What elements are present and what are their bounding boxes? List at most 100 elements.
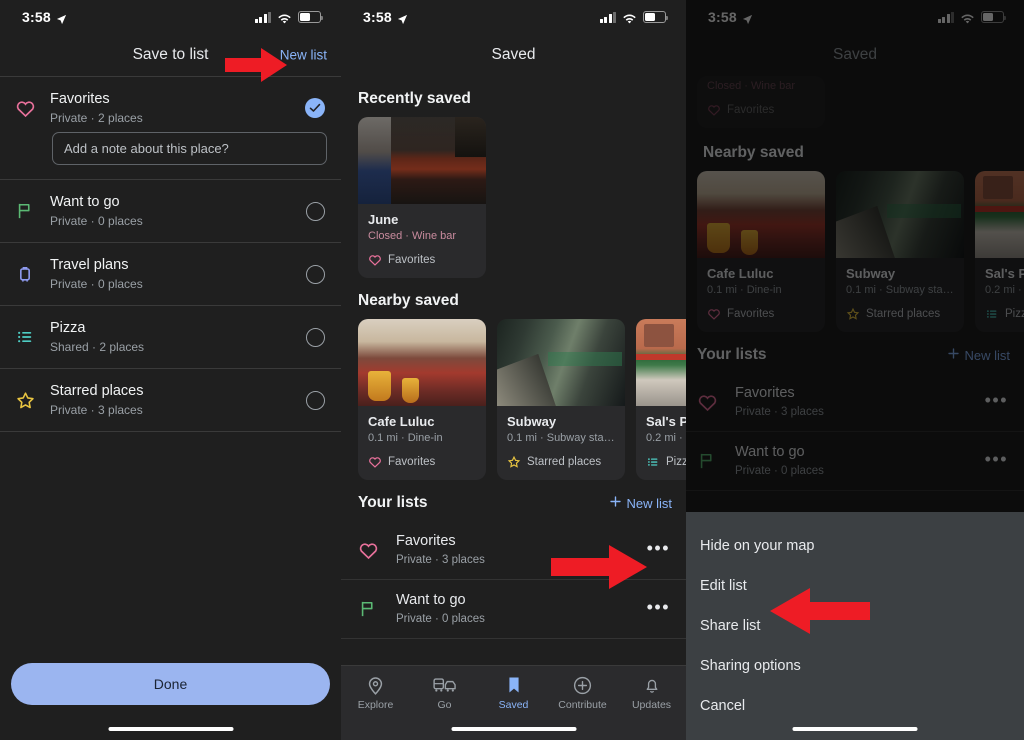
- place-card-cafe-luluc[interactable]: Cafe Luluc 0.1 mi · Dine-in Favorites: [358, 319, 486, 480]
- your-list-row-favorites[interactable]: Favorites Private · 3 places •••: [686, 373, 1024, 432]
- place-list-tag: Starred places: [507, 455, 615, 469]
- section-heading-your-lists: Your lists: [358, 494, 427, 512]
- tab-label: Updates: [632, 699, 671, 711]
- tab-label: Contribute: [558, 699, 606, 711]
- your-list-row-want-to-go[interactable]: Want to go Private · 0 places •••: [686, 432, 1024, 491]
- battery-icon: [643, 11, 666, 23]
- home-indicator: [451, 727, 576, 732]
- menu-item-cancel[interactable]: Cancel: [686, 686, 1024, 726]
- tab-saved[interactable]: Saved: [479, 674, 548, 711]
- radio-button[interactable]: [306, 265, 325, 284]
- wifi-icon: [622, 12, 637, 23]
- page-title: Saved: [492, 46, 536, 64]
- list-row-starred-places[interactable]: Starred places Private · 3 places: [0, 369, 341, 432]
- place-name: June: [368, 212, 476, 228]
- tag-label: Starred places: [866, 308, 940, 320]
- note-input[interactable]: [52, 132, 327, 165]
- place-card-sals-pizza[interactable]: Sal's Pi 0.2 mi · D Pizza: [975, 171, 1024, 332]
- list-row-pizza[interactable]: Pizza Shared · 2 places: [0, 306, 341, 369]
- battery-icon: [981, 11, 1004, 23]
- list-icon: [985, 307, 999, 321]
- list-name: Favorites: [50, 90, 291, 108]
- place-card-cafe-luluc[interactable]: Cafe Luluc 0.1 mi · Dine-in Favorites: [697, 171, 825, 332]
- cellular-signal-icon: [600, 12, 617, 23]
- new-list-button[interactable]: New list: [947, 347, 1010, 363]
- place-list-tag: Favorites: [368, 455, 476, 469]
- overflow-menu-icon[interactable]: •••: [647, 602, 670, 616]
- panel-list-action-sheet: 3:58 Saved Closed · Wine bar: [686, 0, 1024, 740]
- status-bar: 3:58: [0, 0, 341, 34]
- map-pin-icon: [365, 674, 386, 696]
- place-name: Sal's Pi: [985, 266, 1024, 282]
- list-meta: Private · 0 places: [50, 276, 292, 292]
- screenshot-root: 3:58 Save to list New list: [0, 0, 1024, 740]
- place-name: Cafe Luluc: [368, 414, 476, 430]
- tag-label: Favorites: [388, 254, 435, 266]
- tab-label: Saved: [499, 699, 529, 711]
- list-icon: [646, 455, 660, 469]
- list-meta: Private · 3 places: [50, 402, 292, 418]
- page-title: Saved: [833, 46, 877, 64]
- tag-label: Favorites: [388, 456, 435, 468]
- place-card-sals-pizza[interactable]: Sal's Pi 0.2 mi · D Pizza: [636, 319, 686, 480]
- done-button[interactable]: Done: [11, 663, 330, 705]
- place-name: Subway: [846, 266, 954, 282]
- place-meta: 0.1 mi · Dine-in: [707, 283, 815, 298]
- list-row-travel-plans[interactable]: Travel plans Private · 0 places: [0, 243, 341, 306]
- overflow-menu-icon[interactable]: •••: [985, 395, 1008, 409]
- tab-go[interactable]: Go: [410, 674, 479, 711]
- radio-button[interactable]: [306, 202, 325, 221]
- favorites-list-block: Favorites Private · 2 places: [0, 76, 341, 180]
- place-list-tag: Favorites: [707, 103, 815, 117]
- location-arrow-icon: [56, 12, 67, 23]
- plus-icon: [947, 347, 960, 363]
- overflow-menu-icon[interactable]: •••: [647, 543, 670, 557]
- star-icon: [14, 389, 36, 411]
- radio-button[interactable]: [306, 391, 325, 410]
- radio-button[interactable]: [306, 328, 325, 347]
- overflow-menu-icon[interactable]: •••: [985, 454, 1008, 468]
- place-photo: [358, 319, 486, 406]
- tab-label: Go: [437, 699, 451, 711]
- menu-item-hide-on-your-map[interactable]: Hide on your map: [686, 528, 1024, 566]
- tab-updates[interactable]: Updates: [617, 674, 686, 711]
- place-meta: Closed · Wine bar: [368, 229, 476, 244]
- place-card-june[interactable]: June Closed · Wine bar Favorites: [358, 117, 486, 278]
- list-icon: [14, 326, 36, 348]
- flag-icon: [697, 451, 719, 471]
- list-meta: Shared · 2 places: [50, 339, 292, 355]
- list-row-want-to-go[interactable]: Want to go Private · 0 places: [0, 180, 341, 243]
- list-meta: Private · 0 places: [396, 611, 631, 627]
- annotation-arrow-share-list: [770, 588, 870, 634]
- tab-explore[interactable]: Explore: [341, 674, 410, 711]
- place-photo: [636, 319, 686, 406]
- list-row-favorites[interactable]: Favorites Private · 2 places: [0, 77, 341, 132]
- nearby-saved-cards: Cafe Luluc 0.1 mi · Dine-in Favorites Su…: [686, 171, 1024, 332]
- place-meta: 0.2 mi · D: [646, 431, 686, 446]
- place-card-subway[interactable]: Subway 0.1 mi · Subway stat... Starred p…: [836, 171, 964, 332]
- star-icon: [846, 307, 860, 321]
- place-photo: [697, 171, 825, 258]
- new-list-button[interactable]: New list: [609, 495, 672, 511]
- menu-item-sharing-options[interactable]: Sharing options: [686, 646, 1024, 686]
- place-name: Subway: [507, 414, 615, 430]
- place-meta: 0.2 mi · D: [985, 283, 1024, 298]
- flag-icon: [358, 599, 380, 619]
- place-meta: 0.1 mi · Dine-in: [368, 431, 476, 446]
- checkmark-icon[interactable]: [305, 98, 325, 118]
- screen-title-bar: Saved: [686, 34, 1024, 76]
- heart-icon: [14, 97, 36, 119]
- place-list-tag: Pizza: [646, 455, 686, 469]
- tab-contribute[interactable]: Contribute: [548, 674, 617, 711]
- status-bar-time: 3:58: [708, 9, 737, 25]
- place-card-subway[interactable]: Subway 0.1 mi · Subway stat... Starred p…: [497, 319, 625, 480]
- place-list-tag: Starred places: [846, 307, 954, 321]
- screen-title-bar: Saved: [341, 34, 686, 76]
- list-meta: Private · 0 places: [735, 463, 969, 479]
- list-name: Travel plans: [50, 256, 292, 274]
- place-name: Cafe Luluc: [707, 266, 815, 282]
- location-arrow-icon: [397, 12, 408, 23]
- status-bar: 3:58: [341, 0, 686, 34]
- tag-label: Starred places: [527, 456, 601, 468]
- place-photo: [358, 117, 486, 204]
